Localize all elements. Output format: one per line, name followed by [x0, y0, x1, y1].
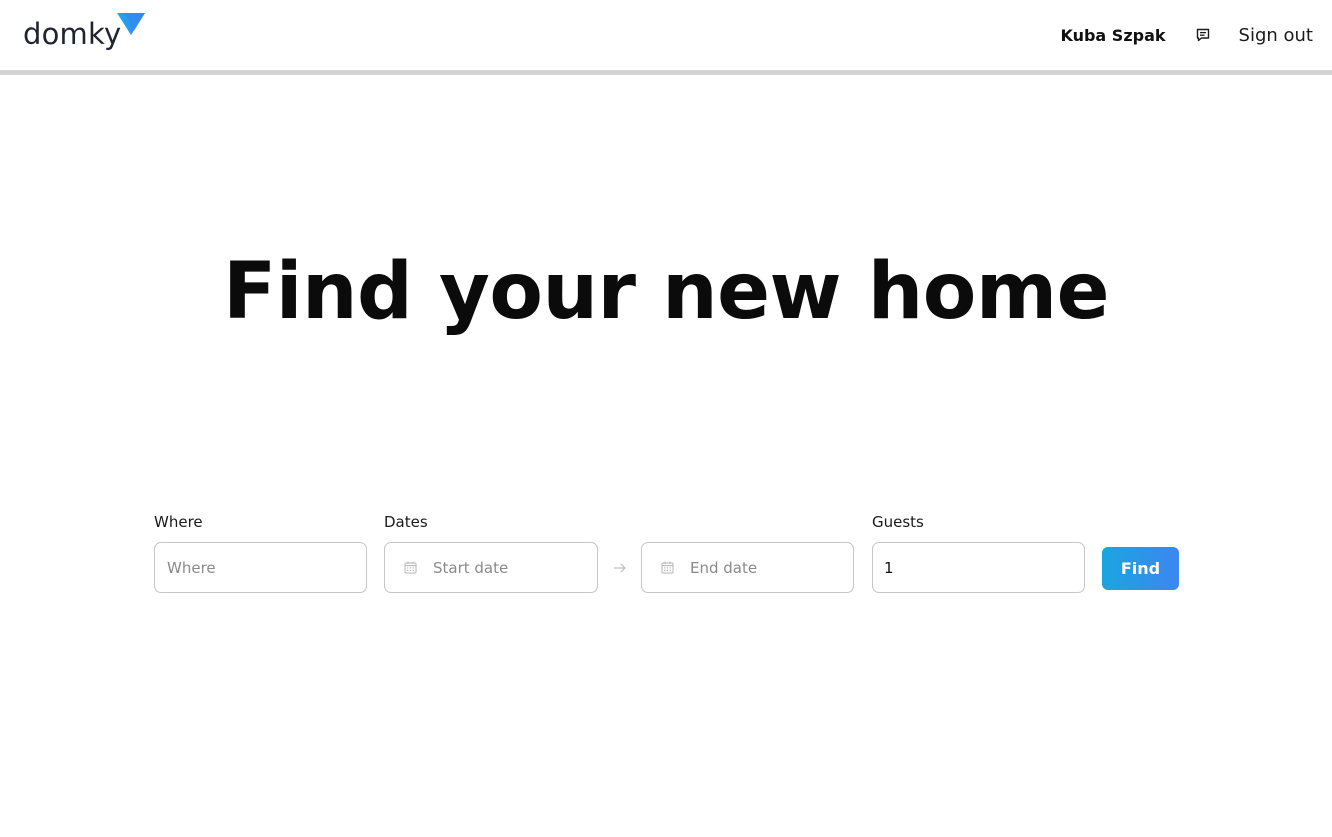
brand-logo[interactable]: domky: [23, 13, 149, 54]
messages-button[interactable]: [1194, 26, 1212, 44]
calendar-icon: [403, 561, 417, 575]
chat-icon: [1196, 28, 1209, 42]
where-placeholder: Where: [167, 558, 216, 577]
triangle-down-icon: [117, 13, 146, 35]
guests-label: Guests: [872, 513, 924, 531]
guests-input[interactable]: 1: [872, 542, 1085, 593]
brand-name: domky: [23, 17, 122, 51]
top-navbar: domky Kuba Szpak Sign out: [0, 0, 1332, 75]
arrow-right-icon: [614, 563, 626, 573]
search-form: Where Where Dates Start date End date Gu…: [154, 512, 1184, 602]
where-label: Where: [154, 513, 203, 531]
start-date-placeholder: Start date: [433, 558, 509, 577]
guests-value: 1: [884, 558, 894, 577]
find-button[interactable]: Find: [1102, 547, 1179, 590]
calendar-icon: [660, 561, 674, 575]
user-name[interactable]: Kuba Szpak: [1060, 26, 1165, 45]
sign-out-link[interactable]: Sign out: [1239, 25, 1313, 46]
page-title: Find your new home: [222, 247, 1110, 337]
start-date-input[interactable]: Start date: [384, 542, 598, 593]
where-input[interactable]: Where: [154, 542, 367, 593]
header-actions: Kuba Szpak Sign out: [1060, 22, 1313, 48]
dates-label: Dates: [384, 513, 428, 531]
end-date-input[interactable]: End date: [641, 542, 854, 593]
end-date-placeholder: End date: [690, 558, 758, 577]
